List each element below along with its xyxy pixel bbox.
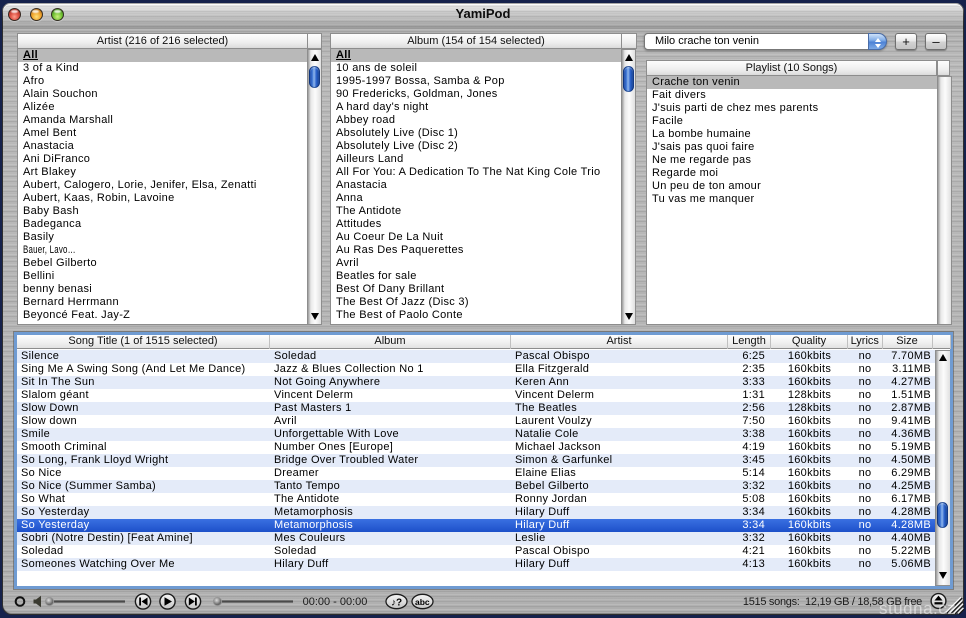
svg-text:♪?: ♪? bbox=[391, 598, 402, 609]
svg-text:abc: abc bbox=[415, 597, 430, 607]
